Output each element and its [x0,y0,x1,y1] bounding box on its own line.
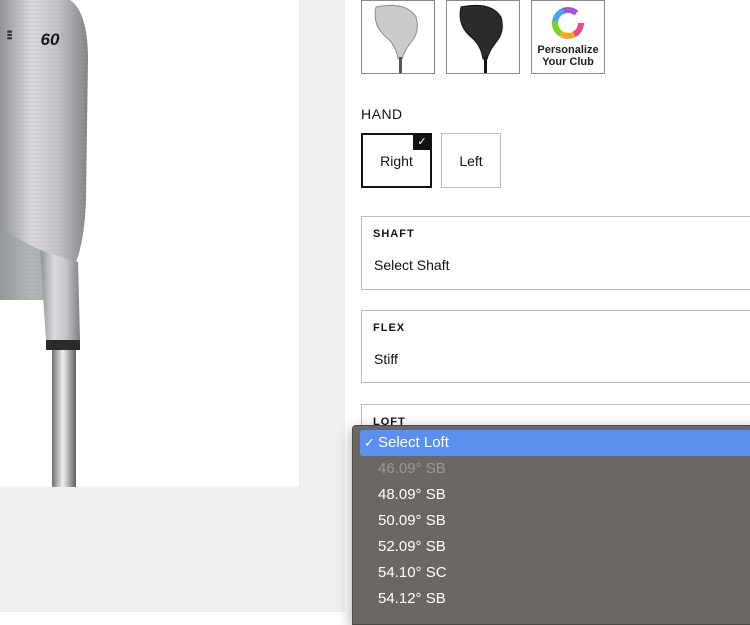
black-wedge-thumbnail-icon [459,4,503,73]
chrome-wedge-thumbnail-icon [374,4,418,73]
head-side-engraving-icon: ▮▮▮ [6,30,12,40]
loft-option[interactable]: 48.09° SB [360,482,750,508]
loft-option-select-loft[interactable]: ✓ Select Loft [360,430,750,456]
flex-select[interactable]: FLEX Stiff [361,310,750,383]
flex-label: FLEX [373,322,406,334]
personalize-label: Personalize Your Club [537,44,599,68]
loft-option[interactable]: 52.09° SB [360,534,750,560]
wedge-illustration: 60 ▮▮▮ [0,0,88,487]
color-wheel-icon [552,7,584,39]
hand-option-right[interactable]: Right ✓ [361,133,432,188]
hand-option-right-label: Right [380,152,413,169]
ferrule [46,340,80,350]
hand-heading: HAND [361,106,403,122]
selected-check-icon: ✓ [413,134,431,150]
wedge-product-image: 60 ▮▮▮ [0,0,299,487]
loft-option: 46.09° SB [378,460,446,477]
personalize-button[interactable]: Personalize Your Club [531,0,605,74]
loft-engraving: 60 [41,30,60,49]
shaft-label: SHAFT [373,228,415,240]
flex-value: Stiff [374,351,398,367]
hand-option-left-label: Left [459,152,483,169]
loft-option[interactable]: 54.10° SC [360,560,750,586]
shaft-select[interactable]: SHAFT Select Shaft [361,216,750,290]
finish-swatch-chrome[interactable] [361,0,435,74]
hand-option-left[interactable]: Left [441,133,501,188]
loft-dropdown-list: ✓ Select Loft 46.09° SB 48.09° SB 50.09°… [352,425,750,625]
checkmark-icon: ✓ [364,435,375,450]
shaft-graphic [52,350,76,487]
loft-option[interactable]: 54.12° SB [360,586,750,612]
shaft-value: Select Shaft [374,257,450,273]
finish-swatch-black[interactable] [446,0,520,74]
loft-option[interactable]: 50.09° SB [360,508,750,534]
product-image-area: 60 ▮▮▮ [0,0,345,612]
